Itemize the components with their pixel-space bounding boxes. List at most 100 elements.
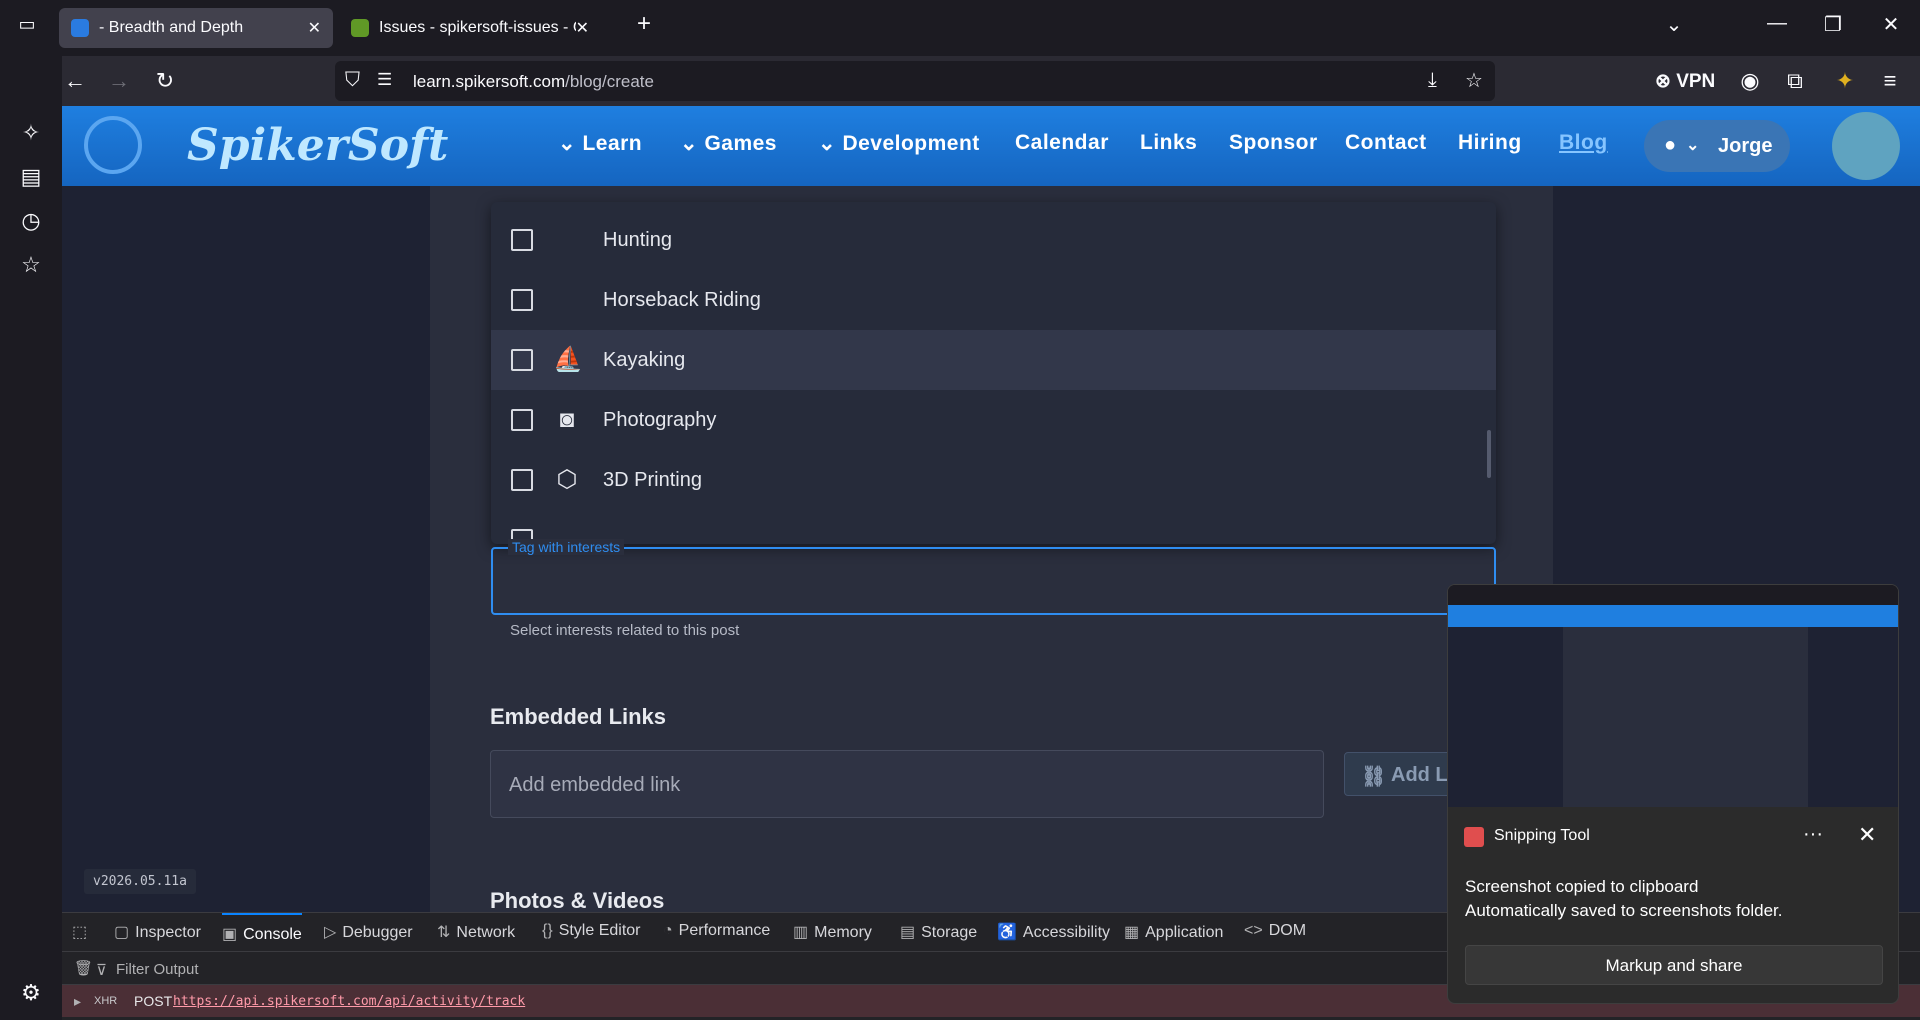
tab-title: - Breadth and Depth [99, 19, 244, 36]
link-icon: ⛓ [1361, 766, 1387, 788]
forward-icon[interactable]: → [104, 66, 134, 96]
history-icon[interactable]: ◷ [16, 208, 46, 238]
close-tab-icon[interactable]: ✕ [576, 18, 589, 38]
filter-output-input[interactable]: Filter Output [116, 961, 199, 978]
nav-calendar[interactable]: Calendar [1015, 131, 1109, 155]
ai-chatbot-icon[interactable]: ✧ [16, 120, 46, 150]
list-item[interactable]: Horseback Riding [491, 270, 1496, 330]
cube-icon: ⬡ [556, 466, 578, 493]
restore-icon[interactable]: ❐ [1813, 12, 1853, 37]
nav-hiring[interactable]: Hiring [1458, 131, 1522, 155]
synced-tabs-icon[interactable]: ▤ [16, 164, 46, 194]
nav-sponsor[interactable]: Sponsor [1229, 131, 1318, 155]
version-badge: v2026.05.11a [84, 869, 196, 894]
list-item[interactable]: ⬡ 3D Printing [491, 450, 1496, 510]
nav-games[interactable]: ⌄ Games [680, 131, 777, 156]
close-icon[interactable]: ✕ [1858, 822, 1876, 848]
nav-development[interactable]: ⌄ Development [818, 131, 980, 156]
page-info-icon[interactable]: ☰ [377, 70, 392, 90]
reload-icon[interactable]: ↻ [150, 66, 180, 96]
site-logo[interactable]: SpikerSoft [187, 120, 448, 171]
nav-learn[interactable]: ⌄ Learn [558, 131, 642, 156]
chameleon-mascot-icon[interactable] [1832, 112, 1900, 180]
request-method: POST [134, 993, 173, 1009]
markup-and-share-button[interactable]: Markup and share [1465, 945, 1883, 985]
user-icon: ● [1664, 134, 1677, 156]
extension-badge-icon[interactable]: ✦ [1830, 66, 1860, 96]
tab-application[interactable]: ▦ Application [1124, 913, 1223, 949]
bookmarks-icon[interactable]: ☆ [16, 252, 46, 282]
shield-icon[interactable]: ⛉ [345, 69, 360, 92]
customize-sidebar-icon[interactable]: ⚙ [16, 980, 46, 1010]
tab-network[interactable]: ⇅ Network [437, 913, 515, 949]
embedded-link-input[interactable]: Add embedded link [490, 750, 1324, 818]
performance-icon: ◔ [663, 922, 673, 939]
nav-links[interactable]: Links [1140, 131, 1197, 155]
list-item[interactable]: Hunting [491, 210, 1496, 270]
checkbox[interactable] [511, 289, 533, 311]
close-window-icon[interactable]: ✕ [1871, 12, 1911, 37]
expand-arrow-icon[interactable]: ▸ [74, 993, 81, 1010]
element-picker-icon[interactable]: ⬚ [72, 913, 93, 949]
tab-memory[interactable]: ▥ Memory [793, 913, 872, 949]
request-url-link[interactable]: https://api.spikersoft.com/api/activity/… [173, 994, 525, 1009]
debugger-icon: ▷ [324, 924, 337, 941]
list-item-partial[interactable] [491, 510, 1496, 544]
embedded-links-heading: Embedded Links [490, 704, 667, 729]
trash-icon[interactable]: 🗑 [74, 959, 93, 977]
tab-storage[interactable]: ▤ Storage [900, 913, 977, 949]
new-tab-icon[interactable]: + [624, 10, 664, 38]
tab-inspector[interactable]: ▢ Inspector [114, 913, 201, 949]
url-bar[interactable]: ⛉ ☰ learn.spikersoft.com/blog/create ⤓ ☆ [335, 61, 1495, 101]
dom-icon: <> [1244, 922, 1263, 939]
more-options-icon[interactable]: ··· [1803, 823, 1823, 846]
notification-title: Screenshot copied to clipboard [1465, 877, 1699, 896]
tab-dom[interactable]: <> DOM [1244, 913, 1306, 949]
close-tab-icon[interactable]: ✕ [308, 18, 321, 38]
accessibility-icon: ♿ [997, 924, 1017, 941]
tab-performance[interactable]: ◔ Performance [663, 913, 770, 949]
memory-icon: ▥ [793, 924, 809, 941]
tab-overview-icon[interactable]: ▭ [12, 14, 42, 44]
app-menu-icon[interactable]: ≡ [1875, 66, 1905, 96]
interests-field-label: Tag with interests [508, 539, 625, 555]
tab-title: Issues - spikersoft-issues - Gitea [379, 19, 576, 36]
list-all-tabs-icon[interactable]: ⌄ [1654, 12, 1694, 37]
list-item[interactable]: ◙ Photography [491, 390, 1496, 450]
nav-blog[interactable]: Blog [1559, 131, 1608, 155]
tab-breadth-and-depth[interactable]: - Breadth and Depth ✕ [59, 8, 333, 48]
extensions-icon[interactable]: ⧉ [1780, 66, 1810, 96]
user-menu-button[interactable]: ● ⌄ Jorge [1644, 120, 1790, 172]
checkbox[interactable] [511, 349, 533, 371]
tab-debugger[interactable]: ▷ Debugger [324, 913, 413, 949]
vpn-button[interactable]: ⊗ VPN [1655, 70, 1715, 93]
bookmark-star-icon[interactable]: ☆ [1465, 68, 1483, 93]
account-icon[interactable]: ◉ [1735, 66, 1765, 96]
tab-gitea-issues[interactable]: Issues - spikersoft-issues - Gitea ✕ [339, 8, 601, 48]
tab-accessibility[interactable]: ♿ Accessibility [997, 913, 1110, 949]
navigation-toolbar: ▣ ← → ↻ ⛉ ☰ learn.spikersoft.com/blog/cr… [0, 56, 1920, 106]
minimize-icon[interactable]: — [1757, 12, 1797, 35]
interests-dropdown[interactable]: Hunting Horseback Riding ⛵ Kayaking ◙ Ph… [491, 202, 1496, 544]
snipping-tool-notification[interactable]: Snipping Tool ··· ✕ Screenshot copied to… [1447, 584, 1899, 1004]
tab-console[interactable]: ▣ Console [222, 913, 302, 949]
tab-style-editor[interactable]: {} Style Editor [542, 913, 641, 949]
interests-input[interactable] [491, 547, 1496, 615]
back-icon[interactable]: ← [60, 66, 90, 96]
notification-app-name: Snipping Tool [1494, 827, 1590, 844]
screenshot-thumbnail[interactable] [1448, 585, 1898, 807]
download-page-icon[interactable]: ⤓ [1428, 69, 1437, 92]
checkbox[interactable] [511, 469, 533, 491]
logo-icon[interactable] [84, 116, 142, 174]
dropdown-scrollbar[interactable] [1487, 430, 1491, 478]
list-item[interactable]: ⛵ Kayaking [491, 330, 1496, 390]
inspector-icon: ▢ [114, 924, 130, 941]
checkbox[interactable] [511, 409, 533, 431]
snipping-tool-icon [1464, 827, 1484, 847]
checkbox[interactable] [511, 229, 533, 251]
nav-contact[interactable]: Contact [1345, 131, 1427, 155]
xhr-badge: XHR [94, 995, 118, 1007]
url-text[interactable]: learn.spikersoft.com/blog/create [413, 72, 654, 92]
kayak-icon: ⛵ [553, 346, 583, 373]
application-icon: ▦ [1124, 924, 1140, 941]
